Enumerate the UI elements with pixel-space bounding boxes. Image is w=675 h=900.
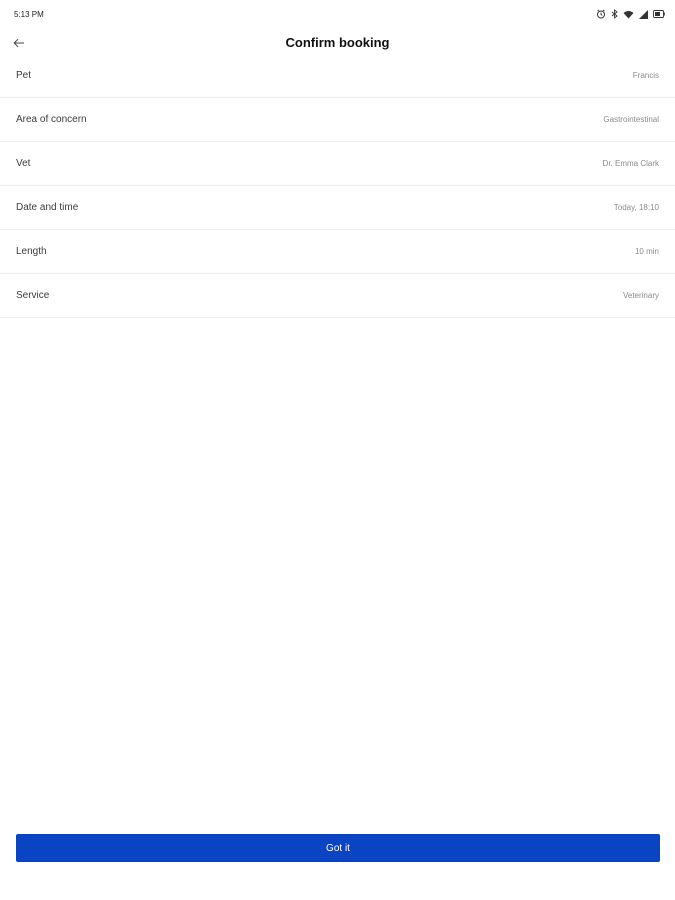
got-it-button[interactable]: Got it <box>16 834 660 862</box>
detail-label: Date and time <box>16 202 79 213</box>
status-icons <box>596 9 665 19</box>
alarm-icon <box>596 9 606 19</box>
signal-icon <box>639 9 648 19</box>
detail-value: Francis <box>632 71 659 80</box>
detail-row-area-of-concern: Area of concern Gastrointestinal <box>0 98 675 142</box>
detail-row-date-time: Date and time Today, 18:10 <box>0 186 675 230</box>
detail-label: Length <box>16 246 47 257</box>
page-title: Confirm booking <box>285 35 390 50</box>
detail-value: Dr. Emma Clark <box>602 159 659 168</box>
detail-label: Vet <box>16 158 31 169</box>
detail-row-vet: Vet Dr. Emma Clark <box>0 142 675 186</box>
detail-row-service: Service Veterinary <box>0 274 675 318</box>
wifi-icon <box>623 10 634 19</box>
status-time: 5:13 PM <box>14 9 44 19</box>
detail-value: Veterinary <box>622 291 659 300</box>
detail-value: Gastrointestinal <box>603 115 659 124</box>
battery-icon <box>653 10 665 18</box>
status-bar: 5:13 PM <box>0 0 675 28</box>
detail-value: 10 min <box>634 247 659 256</box>
booking-details-list: Pet Francis Area of concern Gastrointest… <box>0 54 675 318</box>
bluetooth-icon <box>611 9 618 19</box>
detail-label: Service <box>16 290 50 301</box>
detail-label: Area of concern <box>16 114 87 125</box>
detail-row-length: Length 10 min <box>0 230 675 274</box>
detail-row-pet: Pet Francis <box>0 54 675 98</box>
detail-value: Today, 18:10 <box>613 203 659 212</box>
detail-label: Pet <box>16 70 32 81</box>
